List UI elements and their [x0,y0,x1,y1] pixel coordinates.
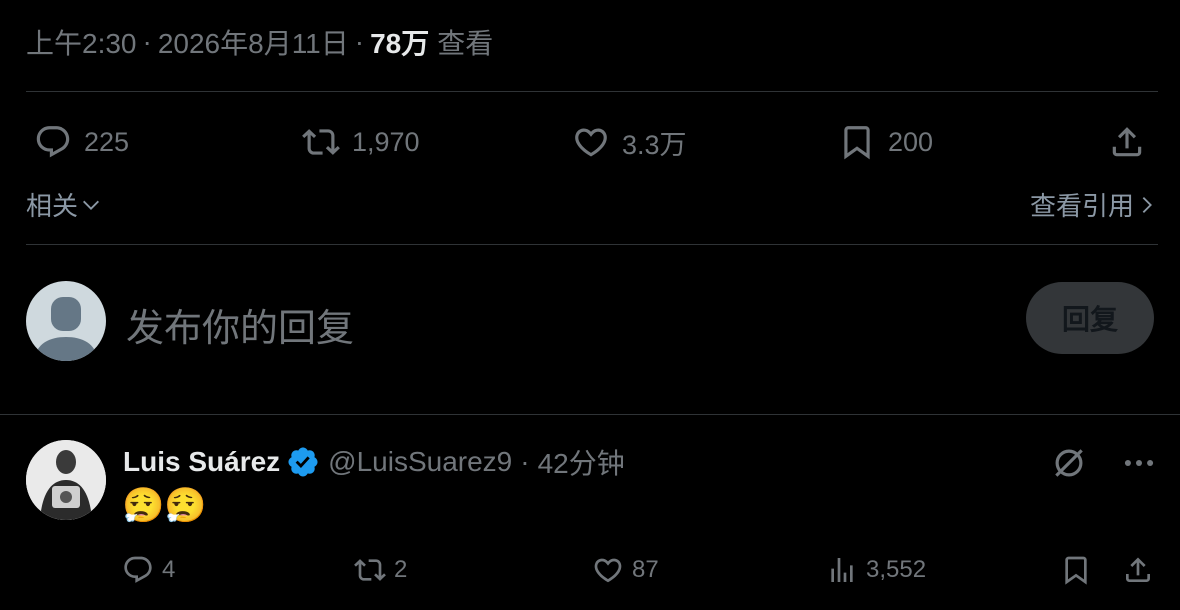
grok-icon[interactable] [1050,444,1088,482]
tweet-header-actions [1050,444,1158,482]
like-count: 87 [632,556,659,583]
like-count: 3.3万 [622,129,687,160]
divider [0,414,1180,415]
view-count: 3,552 [866,556,927,583]
share-button[interactable] [1108,116,1158,168]
header-separator: · [520,446,530,477]
reply-icon [124,556,152,583]
related-label: 相关 [26,191,79,221]
meta-separator: · [354,26,365,57]
tweet-action-bar: 4 2 87 3,552 [26,548,1158,592]
reply-button[interactable]: 4 [122,548,175,592]
bookmark-button[interactable]: 200 [838,116,933,168]
avatar[interactable] [26,281,106,361]
views-label: 查看 [437,28,494,59]
view-count: 78万 [370,28,430,59]
reply-submit-button[interactable]: 回复 [1026,282,1154,354]
tweet-time[interactable]: 42分钟 [538,442,625,482]
reply-submit-label: 回复 [1061,304,1118,335]
repost-count: 2 [394,556,408,583]
repost-icon [302,129,340,155]
bookmark-count: 200 [888,126,934,157]
repost-button[interactable]: 1,970 [302,116,420,168]
share-icon [1112,127,1142,157]
views-icon [831,558,853,582]
repost-count: 1,970 [352,126,420,157]
share-button[interactable] [1122,548,1162,592]
post-date[interactable]: 2026年8月11日 [158,22,349,62]
chevron-down-icon [83,200,99,210]
tweet-header: Luis Suárez @LuisSuarez9 · 42分钟 [123,442,625,482]
like-button[interactable]: 3.3万 [572,116,687,168]
view-quotes-label: 查看引用 [1029,191,1134,221]
post-time[interactable]: 上午2:30 [26,22,137,62]
view-quotes-link[interactable]: 查看引用 [1030,186,1158,223]
bookmark-icon [844,126,870,160]
post-meta: 上午2:30 · 2026年8月11日 · 78万 查看 [26,22,493,62]
repost-button[interactable]: 2 [354,548,407,592]
like-icon [594,558,622,583]
chevron-right-icon [1142,196,1152,213]
reply-button[interactable]: 225 [34,116,129,168]
reply-count: 225 [84,126,130,157]
bookmark-icon [1065,556,1087,585]
reply-icon [36,126,70,158]
reply-composer: 发布你的回复 回复 [26,281,1158,363]
repost-icon [354,559,386,581]
divider [26,91,1158,92]
share-icon [1126,557,1150,582]
tweet-text: 😮‍💨😮‍💨 [122,487,207,525]
bookmark-button[interactable] [1060,548,1100,592]
related-dropdown[interactable]: 相关 [26,186,102,223]
divider [26,244,1158,245]
meta-separator: · [142,26,152,57]
related-row: 相关 查看引用 [26,186,1158,222]
more-icon[interactable] [1120,444,1158,482]
like-button[interactable]: 87 [592,548,659,592]
default-avatar-icon [34,297,98,361]
profile-photo-icon [26,440,106,520]
post-action-bar: 225 1,970 3.3万 200 [26,116,1158,168]
like-icon [575,128,607,157]
author-name[interactable]: Luis Suárez [123,446,280,478]
views-button[interactable]: 3,552 [826,548,926,592]
verified-badge-icon [288,447,318,477]
author-handle[interactable]: @LuisSuarez9 [328,446,512,478]
reply-input[interactable]: 发布你的回复 [126,297,354,352]
reply-count: 4 [162,556,176,583]
avatar[interactable] [26,440,106,520]
